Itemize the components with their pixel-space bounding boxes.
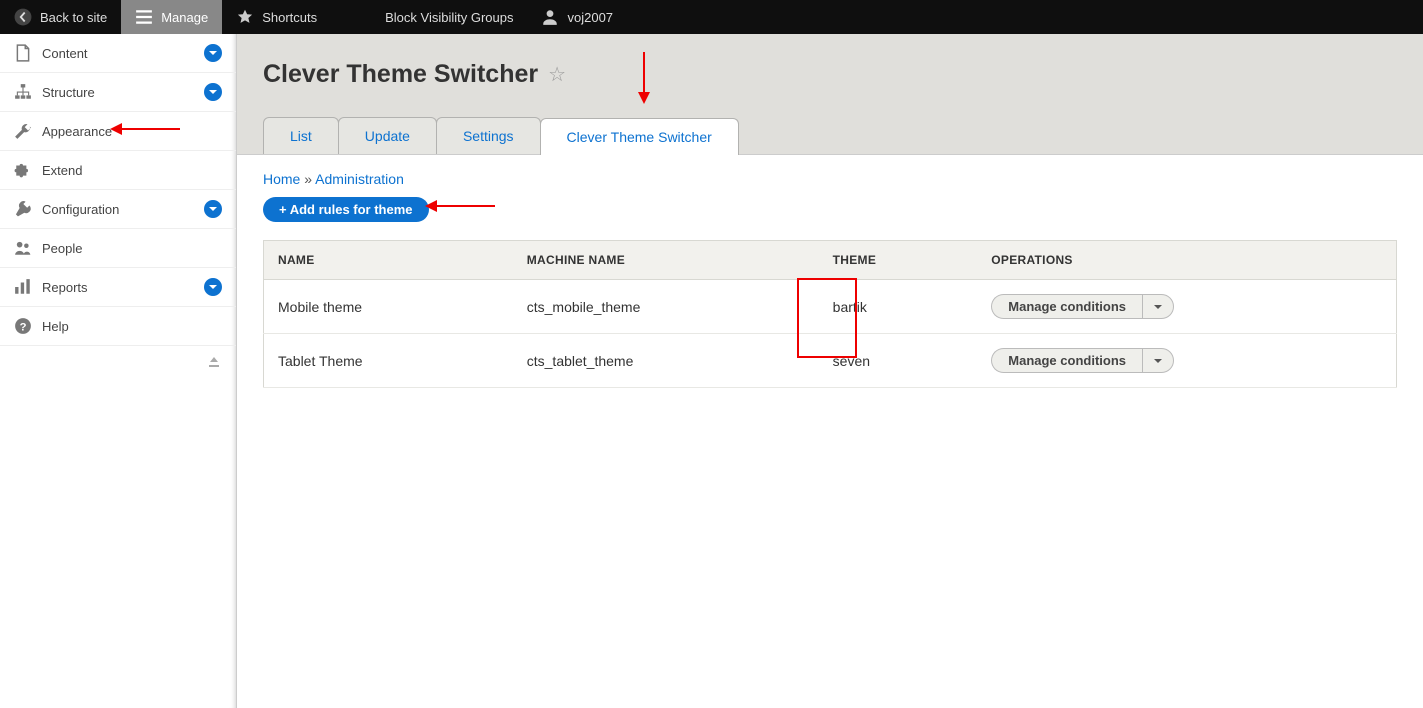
cell-theme: seven [819, 334, 978, 388]
chevron-down-icon [1153, 356, 1163, 366]
sidebar-item-label: Configuration [42, 202, 119, 217]
collapse-icon [206, 354, 222, 370]
col-machine: MACHINE NAME [513, 241, 819, 280]
chevron-down-icon [204, 278, 222, 296]
tab-clever-theme-switcher[interactable]: Clever Theme Switcher [540, 118, 739, 155]
cell-machine: cts_mobile_theme [513, 280, 819, 334]
add-rules-button[interactable]: + Add rules for theme [263, 197, 429, 222]
page-title: Clever Theme Switcher [263, 60, 538, 89]
shortcuts-label: Shortcuts [262, 10, 317, 25]
puzzle-icon [14, 161, 32, 179]
sidebar-item-structure[interactable]: Structure [0, 73, 236, 112]
sidebar-item-label: Appearance [42, 124, 112, 139]
sidebar-item-reports[interactable]: Reports [0, 268, 236, 307]
tab-update[interactable]: Update [338, 117, 437, 154]
cell-operations: Manage conditions [977, 334, 1396, 388]
sidebar-item-label: People [42, 241, 82, 256]
gear-icon [14, 200, 32, 218]
operations-toggle[interactable] [1142, 348, 1174, 373]
cell-name: Mobile theme [264, 280, 513, 334]
cell-theme: bartik [819, 280, 978, 334]
manage-conditions-button[interactable]: Manage conditions [991, 294, 1142, 319]
breadcrumb-sep: » [300, 171, 315, 187]
manage-button[interactable]: Manage [121, 0, 222, 34]
chevron-left-icon [14, 8, 32, 26]
cell-name: Tablet Theme [264, 334, 513, 388]
svg-text:?: ? [20, 322, 27, 334]
back-to-site-button[interactable]: Back to site [0, 0, 121, 34]
table-header-row: NAME MACHINE NAME THEME OPERATIONS [264, 241, 1397, 280]
wrench-icon [14, 122, 32, 140]
sidebar-item-content[interactable]: Content [0, 34, 236, 73]
user-menu[interactable]: voj2007 [527, 0, 627, 34]
shortcuts-button[interactable]: Shortcuts [222, 0, 331, 34]
annotation-arrow [425, 199, 495, 216]
user-icon [541, 8, 559, 26]
rules-table: NAME MACHINE NAME THEME OPERATIONS Mobil… [263, 240, 1397, 388]
chevron-down-icon [204, 44, 222, 62]
tab-settings[interactable]: Settings [436, 117, 541, 154]
sidebar-item-label: Structure [42, 85, 95, 100]
tree-icon [14, 83, 32, 101]
people-icon [14, 239, 32, 257]
chevron-down-icon [204, 83, 222, 101]
breadcrumb-admin[interactable]: Administration [315, 171, 404, 187]
annotation-arrow [110, 122, 180, 139]
bars-icon [14, 278, 32, 296]
table-row: Mobile theme cts_mobile_theme bartik Man… [264, 280, 1397, 334]
manage-conditions-button[interactable]: Manage conditions [991, 348, 1142, 373]
page-header: Clever Theme Switcher ☆ List Update Sett… [237, 34, 1423, 155]
sidebar-item-help[interactable]: ? Help [0, 307, 236, 346]
admin-sidebar: Content Structure Appearance Extend Conf… [0, 34, 237, 708]
chevron-down-icon [204, 200, 222, 218]
hamburger-icon [135, 8, 153, 26]
favorite-star-icon[interactable]: ☆ [548, 62, 566, 87]
breadcrumb: Home » Administration [237, 155, 1423, 197]
sidebar-collapse-button[interactable] [0, 346, 236, 378]
sidebar-item-label: Reports [42, 280, 88, 295]
breadcrumb-home[interactable]: Home [263, 171, 300, 187]
sidebar-item-configuration[interactable]: Configuration [0, 190, 236, 229]
file-icon [14, 44, 32, 62]
main-content: Clever Theme Switcher ☆ List Update Sett… [237, 34, 1423, 708]
star-icon [236, 8, 254, 26]
operations-toggle[interactable] [1142, 294, 1174, 319]
tab-list[interactable]: List [263, 117, 339, 154]
col-theme: THEME [819, 241, 978, 280]
chevron-down-icon [1153, 302, 1163, 312]
context-title[interactable]: Block Visibility Groups [371, 0, 527, 34]
manage-label: Manage [161, 10, 208, 25]
user-label: voj2007 [567, 10, 613, 25]
back-to-site-label: Back to site [40, 10, 107, 25]
sidebar-item-appearance[interactable]: Appearance [0, 112, 236, 151]
context-label: Block Visibility Groups [385, 10, 513, 25]
help-icon: ? [14, 317, 32, 335]
cell-operations: Manage conditions [977, 280, 1396, 334]
sidebar-item-label: Help [42, 319, 69, 334]
col-name: NAME [264, 241, 513, 280]
sidebar-item-label: Extend [42, 163, 82, 178]
operations-dropdown: Manage conditions [991, 294, 1174, 319]
cell-machine: cts_tablet_theme [513, 334, 819, 388]
col-operations: OPERATIONS [977, 241, 1396, 280]
table-row: Tablet Theme cts_tablet_theme seven Mana… [264, 334, 1397, 388]
sidebar-item-people[interactable]: People [0, 229, 236, 268]
sidebar-item-extend[interactable]: Extend [0, 151, 236, 190]
operations-dropdown: Manage conditions [991, 348, 1174, 373]
primary-tabs: List Update Settings Clever Theme Switch… [263, 117, 1397, 154]
admin-toolbar: Back to site Manage Shortcuts Block Visi… [0, 0, 1423, 34]
sidebar-item-label: Content [42, 46, 88, 61]
